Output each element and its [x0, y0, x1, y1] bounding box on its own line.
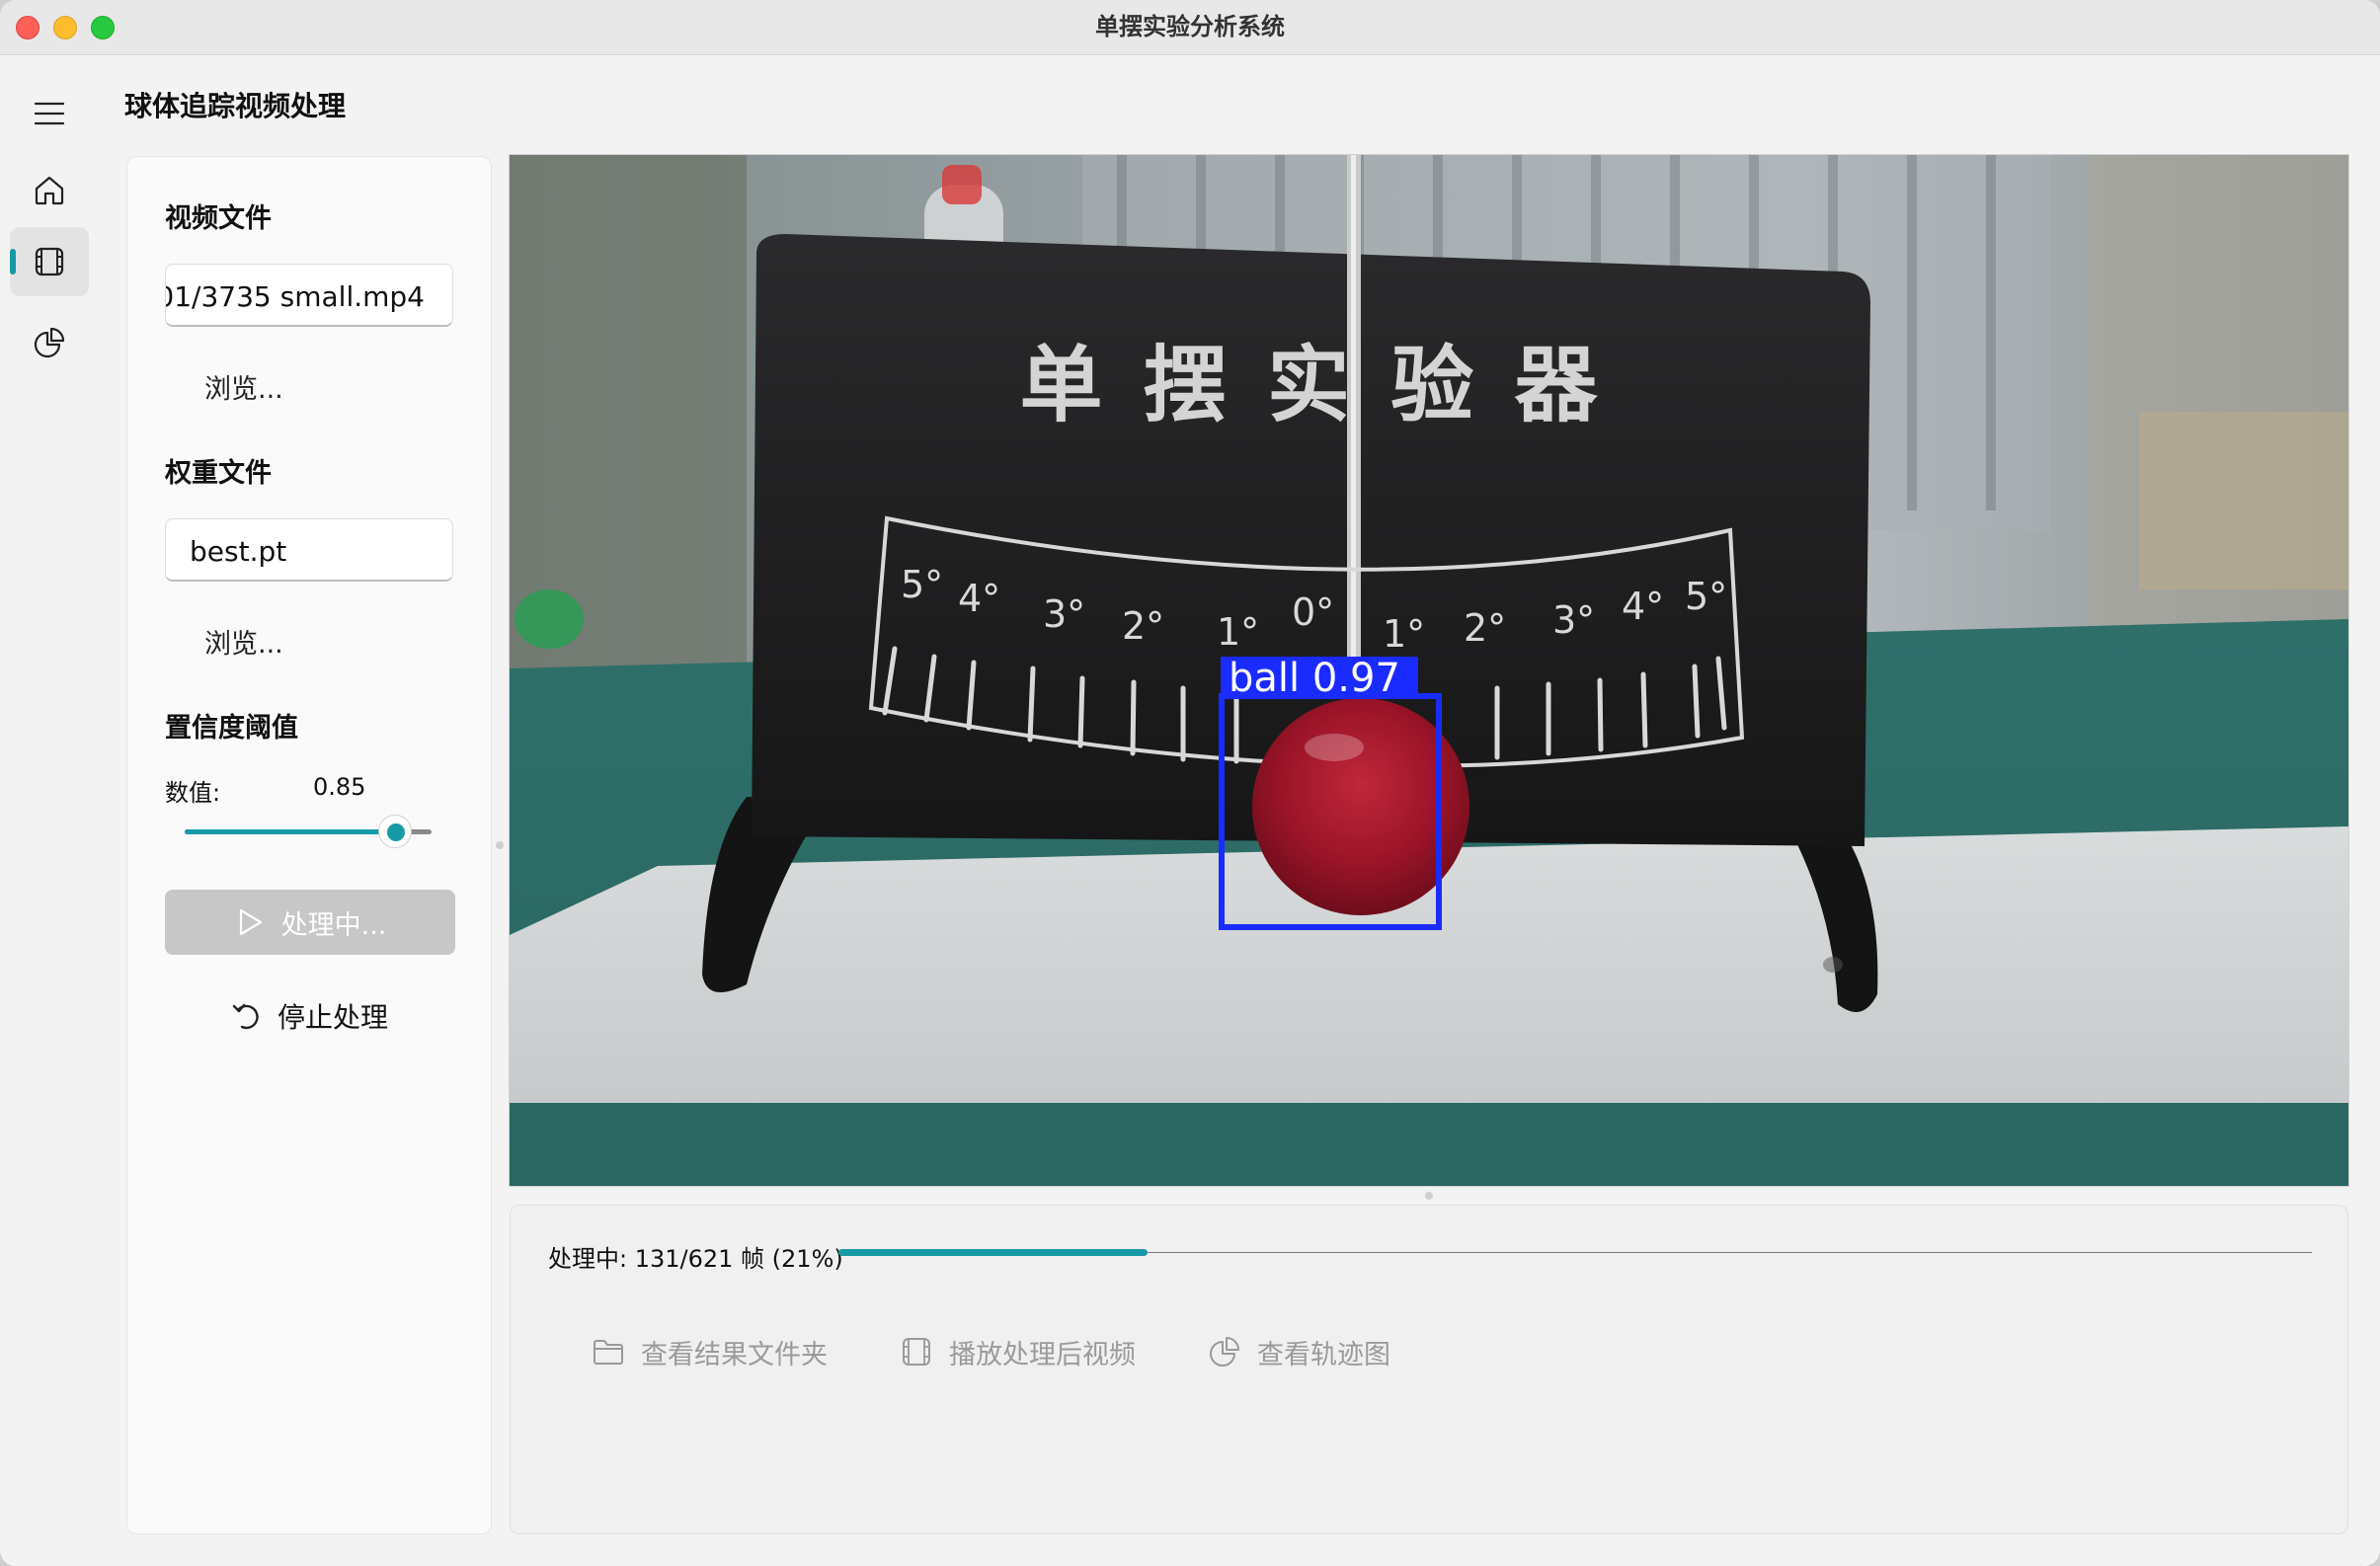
scale-label: 5°: [901, 563, 943, 606]
chart-pie-icon: [1210, 1337, 1239, 1367]
play-processed-video-button[interactable]: 播放处理后视频: [900, 1324, 1136, 1379]
video-file-field[interactable]: 01/3735 small.mp4: [165, 264, 453, 327]
process-button[interactable]: 处理中...: [165, 890, 455, 955]
browse-weights-button[interactable]: 浏览...: [165, 617, 343, 672]
confidence-heading: 置信度阈值: [165, 713, 298, 744]
open-results-folder-button[interactable]: 查看结果文件夹: [592, 1324, 828, 1379]
nav-rail: [0, 55, 99, 1566]
weights-file-value: best.pt: [190, 535, 287, 568]
chart-pie-icon: [34, 327, 65, 358]
view-trajectory-button[interactable]: 查看轨迹图: [1208, 1324, 1390, 1379]
nav-home[interactable]: [10, 156, 89, 225]
stop-button[interactable]: 停止处理: [165, 986, 455, 1046]
title-bar: 单摆实验分析系统: [0, 0, 2380, 55]
process-button-label: 处理中...: [280, 909, 387, 941]
menu-button[interactable]: [10, 79, 89, 148]
view-trajectory-label: 查看轨迹图: [1257, 1339, 1390, 1370]
play-icon: [239, 908, 262, 936]
undo-icon: [232, 1003, 259, 1030]
splitter-handle-horizontal[interactable]: [1425, 1192, 1433, 1200]
slider-fill: [185, 829, 395, 834]
nav-analysis[interactable]: [10, 308, 89, 377]
settings-panel: 视频文件 01/3735 small.mp4 浏览... 权重文件 best.p…: [126, 156, 492, 1534]
detection-label: ball 0.97: [1229, 656, 1400, 701]
home-icon: [35, 176, 64, 205]
scale-label: 0°: [1292, 590, 1334, 634]
page-title: 球体追踪视频处理: [124, 90, 347, 122]
video-preview: 单 摆 实 验 器 5° 4° 3° 2° 1° 0° 1° 2° 3° 4° …: [509, 154, 2349, 1187]
scale-label: 4°: [958, 577, 1000, 620]
app-window: 单摆实验分析系统 球体追踪视频处理 视频文件 01/3735 small.mp4…: [0, 0, 2380, 1566]
play-processed-video-label: 播放处理后视频: [949, 1339, 1136, 1370]
video-icon: [35, 247, 64, 276]
browse-video-button[interactable]: 浏览...: [165, 362, 343, 418]
scale-label: 5°: [1685, 575, 1727, 618]
processing-progress-bar: [838, 1249, 2312, 1256]
video-file-heading: 视频文件: [165, 203, 272, 234]
scale-label: 3°: [1552, 598, 1595, 642]
progress-fill: [838, 1249, 1149, 1256]
weights-file-field[interactable]: best.pt: [165, 518, 453, 582]
window-title: 单摆实验分析系统: [1095, 13, 1285, 40]
video-file-value: 01/3735 small.mp4: [165, 280, 425, 313]
stop-button-label: 停止处理: [277, 1001, 388, 1034]
scale-label: 3°: [1043, 592, 1085, 636]
slider-thumb[interactable]: [377, 815, 412, 848]
nav-video[interactable]: [10, 227, 89, 296]
confidence-slider[interactable]: [185, 815, 432, 848]
confidence-value-label: 数值:: [165, 779, 221, 807]
scale-label: 4°: [1622, 585, 1664, 628]
open-results-folder-label: 查看结果文件夹: [641, 1339, 828, 1370]
video-icon: [903, 1338, 930, 1366]
device-label: 单 摆 实 验 器: [1020, 337, 1604, 433]
status-panel: 处理中: 131/621 帧 (21%) 查看结果文件夹 播放处理后视频 查看轨…: [510, 1205, 2348, 1534]
processing-status: 处理中: 131/621 帧 (21%): [548, 1245, 843, 1273]
scale-label: 1°: [1217, 610, 1259, 654]
confidence-value: 0.85: [313, 773, 366, 801]
hamburger-menu-icon: [34, 102, 65, 125]
splitter-handle-vertical[interactable]: [496, 841, 504, 849]
folder-icon: [594, 1340, 623, 1365]
scale-label: 2°: [1122, 604, 1164, 648]
scale-label: 2°: [1464, 606, 1506, 650]
video-frame: 单 摆 实 验 器 5° 4° 3° 2° 1° 0° 1° 2° 3° 4° …: [510, 155, 2348, 1186]
scale-label: 1°: [1383, 612, 1425, 656]
weights-file-heading: 权重文件: [165, 458, 272, 489]
